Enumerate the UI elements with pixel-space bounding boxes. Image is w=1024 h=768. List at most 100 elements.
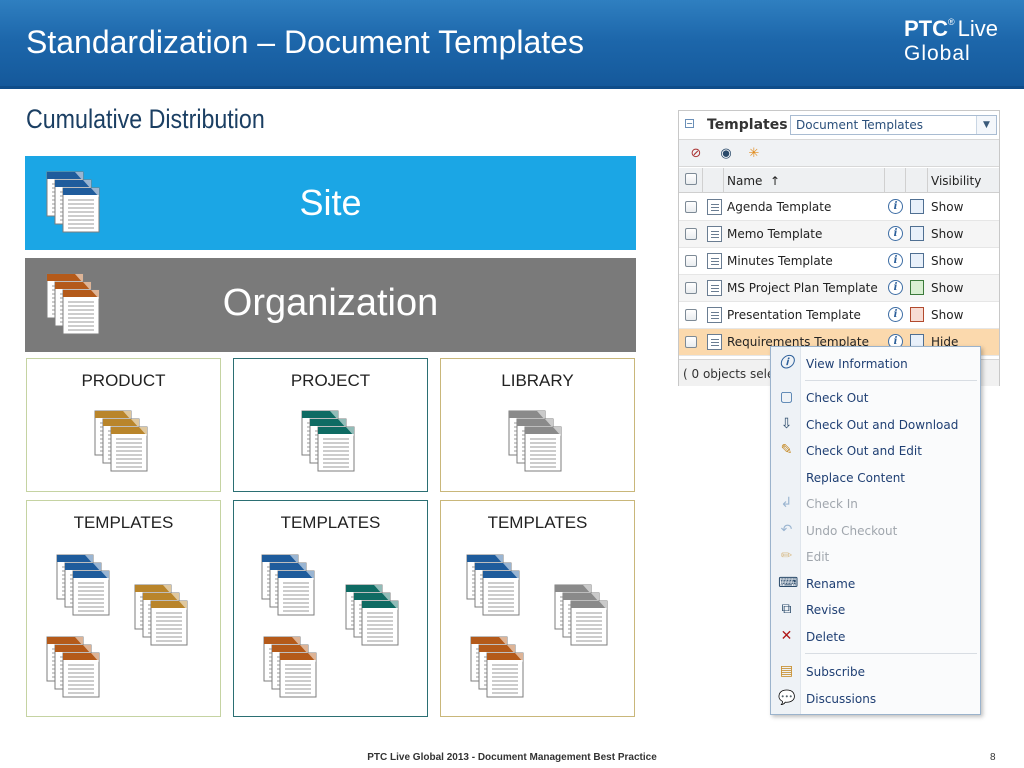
product-templates-box: TEMPLATES (26, 500, 221, 717)
rename-icon: ⌨ (778, 575, 799, 591)
logo-ptc-text: PTC (904, 16, 948, 41)
info-icon[interactable]: i (888, 280, 903, 295)
check-in-icon: ↲ (780, 495, 793, 511)
product-documents-icon (94, 410, 148, 472)
project-template-icon (345, 584, 399, 646)
product-label: PRODUCT (81, 371, 166, 390)
menu-item-rename[interactable]: ⌨ Rename (771, 572, 980, 596)
menu-item-replace-content[interactable]: Replace Content (771, 466, 980, 490)
project-templates-label: TEMPLATES (280, 513, 381, 532)
row-checkbox[interactable] (685, 336, 697, 348)
presentation-doc-icon (707, 307, 722, 323)
info-icon[interactable]: i (888, 199, 903, 214)
header-divider (0, 86, 1024, 89)
site-template-icon (56, 554, 110, 616)
word-doc-icon[interactable] (910, 226, 924, 241)
visibility-value: Show (931, 227, 964, 241)
selection-count: ( 0 objects selec (683, 367, 781, 381)
table-row[interactable]: Memo Template i Show (679, 221, 999, 248)
organization-template-icon (470, 636, 524, 698)
project-templates-box: TEMPLATES (233, 500, 428, 717)
template-name[interactable]: Agenda Template (727, 200, 831, 214)
row-checkbox[interactable] (685, 201, 697, 213)
ptc-live-global-logo: PTC® Live Global (904, 16, 998, 65)
library-context-box: LIBRARY (440, 358, 635, 492)
library-documents-icon (508, 410, 562, 472)
menu-item-edit[interactable]: ✏ Edit (771, 545, 980, 569)
menu-item-check-out[interactable]: ▢ Check Out (771, 386, 980, 410)
project-documents-icon (301, 410, 355, 472)
visibility-value: Show (931, 308, 964, 322)
menu-item-check-out-and-edit[interactable]: ✎ Check Out and Edit (771, 439, 980, 463)
template-name[interactable]: Memo Template (727, 227, 822, 241)
panel-title: Templates (707, 117, 788, 133)
menu-item-delete[interactable]: ✕ Delete (771, 625, 980, 649)
page-number: 8 (990, 752, 996, 763)
table-row[interactable]: Presentation Template i Show (679, 302, 999, 329)
project-context-box: PROJECT (233, 358, 428, 492)
info-icon[interactable]: i (888, 307, 903, 322)
visibility-value: Show (931, 254, 964, 268)
row-checkbox[interactable] (685, 309, 697, 321)
slide-footer: PTC Live Global 2013 - Document Manageme… (367, 752, 657, 763)
organization-bar: Organization (25, 258, 636, 352)
select-all-checkbox[interactable] (685, 173, 697, 185)
product-templates-label: TEMPLATES (73, 513, 174, 532)
row-checkbox[interactable] (685, 255, 697, 267)
hide-icon[interactable]: ⊘ (687, 145, 705, 163)
row-context-menu: ⓘ View Information ▢ Check Out ⇩ Check O… (770, 346, 981, 715)
template-type-value: Document Templates (796, 118, 923, 132)
project-plan-doc-icon (707, 280, 722, 296)
organization-template-icon (263, 636, 317, 698)
library-label: LIBRARY (501, 371, 574, 390)
template-name[interactable]: MS Project Plan Template (727, 281, 878, 295)
library-templates-label: TEMPLATES (487, 513, 588, 532)
menu-item-undo-checkout[interactable]: ↶ Undo Checkout (771, 519, 980, 543)
menu-item-view-information[interactable]: ⓘ View Information (771, 352, 980, 376)
site-label: Site (299, 182, 362, 223)
site-template-icon (261, 554, 315, 616)
template-name[interactable]: Minutes Template (727, 254, 833, 268)
menu-item-discussions[interactable]: 💬 Discussions (771, 687, 980, 711)
name-column-header[interactable]: Name ↑ (727, 174, 780, 188)
slide-subtitle: Cumulative Distribution (26, 104, 265, 134)
show-icon[interactable]: ◉ (717, 145, 735, 163)
new-template-icon[interactable]: ✳ (745, 145, 763, 163)
project-file-icon[interactable] (910, 280, 924, 295)
table-row[interactable]: Minutes Template i Show (679, 248, 999, 275)
library-template-icon (554, 584, 608, 646)
table-row[interactable]: MS Project Plan Template i Show (679, 275, 999, 302)
visibility-value: Show (931, 200, 964, 214)
info-icon[interactable]: i (888, 226, 903, 241)
table-header: Name ↑ Visibility (679, 168, 999, 193)
slide-header: Standardization – Document Templates PTC… (0, 0, 1024, 88)
menu-item-check-in[interactable]: ↲ Check In (771, 492, 980, 516)
product-context-box: PRODUCT (26, 358, 221, 492)
slide-title: Standardization – Document Templates (26, 24, 584, 60)
info-icon[interactable]: i (888, 253, 903, 268)
visibility-column-header[interactable]: Visibility (931, 174, 981, 188)
template-name[interactable]: Presentation Template (727, 308, 861, 322)
row-checkbox[interactable] (685, 228, 697, 240)
dropdown-arrow-icon[interactable]: ▼ (976, 116, 996, 134)
product-template-icon (134, 584, 188, 646)
edit-icon: ✎ (780, 442, 793, 458)
row-checkbox[interactable] (685, 282, 697, 294)
requirements-doc-icon (707, 334, 722, 350)
templates-panel: − Templates Document Templates ▼ ⊘ ◉ ✳ N… (678, 110, 1000, 386)
menu-item-check-out-and-download[interactable]: ⇩ Check Out and Download (771, 413, 980, 437)
menu-item-revise[interactable]: ⧉ Revise (771, 598, 980, 622)
delete-icon: ✕ (780, 628, 793, 644)
menu-item-subscribe[interactable]: ▤ Subscribe (771, 660, 980, 684)
word-doc-icon[interactable] (910, 199, 924, 214)
minutes-doc-icon (707, 253, 722, 269)
panel-header: − Templates Document Templates ▼ (679, 111, 999, 139)
collapse-icon[interactable]: − (685, 119, 694, 128)
undo-icon: ↶ (780, 522, 793, 538)
powerpoint-file-icon[interactable] (910, 307, 924, 322)
word-doc-icon[interactable] (910, 253, 924, 268)
table-row[interactable]: Agenda Template i Show (679, 194, 999, 221)
subscribe-icon: ▤ (779, 663, 794, 679)
template-type-select[interactable]: Document Templates ▼ (790, 115, 997, 135)
pencil-icon: ✏ (780, 548, 793, 564)
